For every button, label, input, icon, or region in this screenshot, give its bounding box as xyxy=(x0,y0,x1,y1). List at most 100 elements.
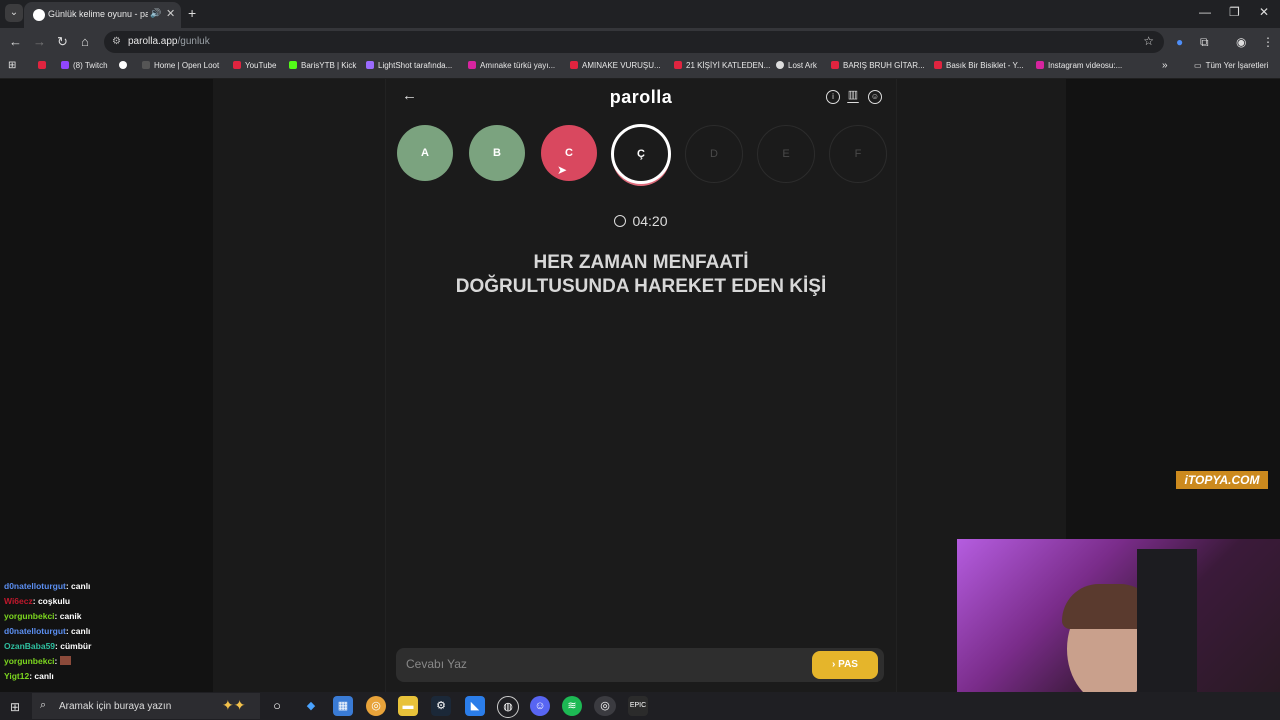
profile-icon[interactable]: ◉ xyxy=(1236,35,1246,49)
parolla-app: ← parolla i ▥ ☺ A B C Ç D E F ➤ 04:20 HE… xyxy=(385,79,897,692)
spotify-icon[interactable]: ≋ xyxy=(562,696,582,716)
new-tab-icon[interactable]: + xyxy=(188,5,196,21)
bookmark-item[interactable]: Amınake türkü yayı... xyxy=(468,61,555,70)
answer-input[interactable]: Cevabı Yaz xyxy=(406,657,467,671)
bookmark-item[interactable]: BARIŞ BRUH GİTAR... xyxy=(831,61,925,70)
chat-username: d0natelloturgut xyxy=(4,581,66,591)
back-arrow-icon[interactable]: ← xyxy=(9,34,22,49)
folder-icon: ▭ xyxy=(1194,61,1202,70)
taskbar-search[interactable]: ⌕ Aramak için buraya yazın ✦✦ xyxy=(32,693,260,719)
bookmark-item[interactable] xyxy=(119,61,131,70)
browser-tab[interactable]: Günlük kelime oyunu - parolla 🔊 ✕ xyxy=(24,2,181,28)
chat-username: Yigt12 xyxy=(4,671,30,681)
webcam-overlay xyxy=(957,539,1280,692)
forward-arrow-icon[interactable]: → xyxy=(33,34,46,49)
bookmark-item[interactable]: LightShot tarafında... xyxy=(366,61,452,70)
question-line-1: HER ZAMAN MENFAATİ xyxy=(533,252,749,273)
letter-circle-c: C xyxy=(541,125,597,181)
chat-text: : coşkulu xyxy=(32,596,71,606)
bookmark-item[interactable]: (8) Twitch xyxy=(61,61,108,70)
browser-toolbar: ← → ↻ ⌂ ⚙ parolla.app/gunluk ☆ ● ⧉ ◉ ⋮ xyxy=(0,28,1280,56)
bookmark-item[interactable]: Instagram videosu:... xyxy=(1036,61,1122,70)
speaker-icon[interactable]: 🔊 xyxy=(150,8,161,19)
tab-title: Günlük kelime oyunu - parolla xyxy=(48,9,148,19)
tab-close-icon[interactable]: ✕ xyxy=(166,7,175,20)
bookmark-star-icon[interactable]: ☆ xyxy=(1143,34,1154,48)
chat-username: yorgunbekci xyxy=(4,656,55,666)
chat-username: d0natelloturgut xyxy=(4,626,66,636)
chat-message: yorgunbekci: xyxy=(4,654,209,669)
question-line-2: DOĞRULTUSUNDA HAREKET EDEN KİŞİ xyxy=(455,276,827,297)
chrome-active-icon[interactable]: ◎ xyxy=(594,696,616,716)
more-bookmarks-icon[interactable]: » xyxy=(1162,60,1168,71)
bookmark-item[interactable]: BarisYTB | Kick xyxy=(289,61,356,70)
emote-icon xyxy=(60,656,72,665)
gaming-chair xyxy=(1137,549,1197,692)
chat-message: d0natelloturgut: canlı xyxy=(4,579,209,594)
info-icon[interactable]: i xyxy=(826,90,840,104)
restore-icon[interactable]: ❐ xyxy=(1229,5,1240,19)
letter-circle-a: A xyxy=(397,125,453,181)
bookmark-item[interactable]: Home | Open Loot xyxy=(142,61,219,70)
chat-text: : cümbür xyxy=(55,641,92,651)
taskbar-search-input[interactable]: Aramak için buraya yazın xyxy=(59,701,171,712)
epic-games-icon[interactable]: EPIC xyxy=(628,696,648,716)
stats-chart-icon[interactable]: ▥ xyxy=(847,90,859,103)
window-close-icon[interactable]: ✕ xyxy=(1259,5,1269,19)
copilot-sparkle-icon: ✦✦ xyxy=(222,697,246,713)
app-icon[interactable]: ◆ xyxy=(301,696,321,716)
app-icon[interactable]: ◍ xyxy=(497,696,519,718)
windows-taskbar: ⊞ ⌕ Aramak için buraya yazın ✦✦ ○ ◆ ▦ ◎ … xyxy=(0,692,1280,720)
menu-dots-icon[interactable]: ⋮ xyxy=(1262,35,1274,49)
mouse-cursor-icon: ➤ xyxy=(557,163,568,177)
app-icon[interactable]: ◣ xyxy=(465,696,485,716)
chat-text: : canlı xyxy=(65,626,91,636)
bookmark-item[interactable]: Basık Bir Bisiklet - Y... xyxy=(934,61,1024,70)
store-icon[interactable]: ▦ xyxy=(333,696,353,716)
clock-icon xyxy=(614,215,627,227)
bookmark-item[interactable]: YouTube xyxy=(233,61,276,70)
user-profile-icon[interactable]: ☺ xyxy=(868,90,882,104)
file-explorer-icon[interactable]: ▬ xyxy=(398,696,418,716)
chat-message: d0natelloturgut: canlı xyxy=(4,624,209,639)
stream-chat: d0natelloturgut: canlı Wi6ecz: coşkulu yor… xyxy=(4,579,209,684)
bookmark-item[interactable]: Lost Ark xyxy=(776,61,817,70)
bookmark-item[interactable] xyxy=(38,61,50,70)
reload-icon[interactable]: ↻ xyxy=(57,34,68,50)
chat-text: : canik xyxy=(54,611,82,621)
letter-circle-e: E xyxy=(757,125,815,183)
url-text[interactable]: parolla.app/gunluk xyxy=(128,36,210,47)
chat-message: OzanBaba59: cümbür xyxy=(4,639,209,654)
question-text: HER ZAMAN MENFAATİ DOĞRULTUSUNDA HAREKET… xyxy=(406,251,876,299)
apps-grid-icon[interactable]: ⊞ xyxy=(8,60,16,71)
letter-circle-d: D xyxy=(685,125,743,183)
bookmark-item[interactable]: AMINAKE VURUŞU... xyxy=(570,61,661,70)
extension-icon[interactable]: ● xyxy=(1176,35,1183,49)
site-info-icon[interactable]: ⚙ xyxy=(112,36,121,47)
letter-circle-b: B xyxy=(469,125,525,181)
minimize-icon[interactable]: — xyxy=(1199,5,1211,19)
task-view-icon[interactable]: ○ xyxy=(267,696,287,716)
pass-button[interactable]: › PAS xyxy=(812,651,878,679)
search-icon: ⌕ xyxy=(40,699,47,711)
all-bookmarks-folder[interactable]: ▭ Tüm Yer İşaretleri xyxy=(1194,61,1268,70)
letter-circle-f: F xyxy=(829,125,887,183)
steam-icon[interactable]: ⚙ xyxy=(431,696,451,716)
chat-username: yorgunbekci xyxy=(4,611,55,621)
chat-username: Wi6ecz xyxy=(4,596,33,606)
chat-message: yorgunbekci: canik xyxy=(4,609,209,624)
windows-start-icon[interactable]: ⊞ xyxy=(10,700,20,714)
letter-circle-c-cedilla: Ç xyxy=(611,124,671,184)
app-logo: parolla xyxy=(609,87,673,107)
chat-text: : canlı xyxy=(65,581,91,591)
extensions-puzzle-icon[interactable]: ⧉ xyxy=(1200,35,1209,50)
home-icon[interactable]: ⌂ xyxy=(81,34,89,49)
bookmark-item[interactable]: 21 KİŞİYİ KATLEDEN... xyxy=(674,61,770,70)
chat-message: Wi6ecz: coşkulu xyxy=(4,594,209,609)
countdown-timer: 04:20 xyxy=(386,213,896,229)
discord-icon[interactable]: ☺ xyxy=(530,696,550,716)
bookmarks-bar: ⊞ (8) Twitch Home | Open Loot YouTube Ba… xyxy=(0,56,1280,79)
address-bar[interactable]: ⚙ parolla.app/gunluk ☆ xyxy=(104,31,1164,53)
chrome-icon[interactable]: ◎ xyxy=(366,696,386,716)
tab-search-icon[interactable]: ⌄ xyxy=(5,4,23,22)
